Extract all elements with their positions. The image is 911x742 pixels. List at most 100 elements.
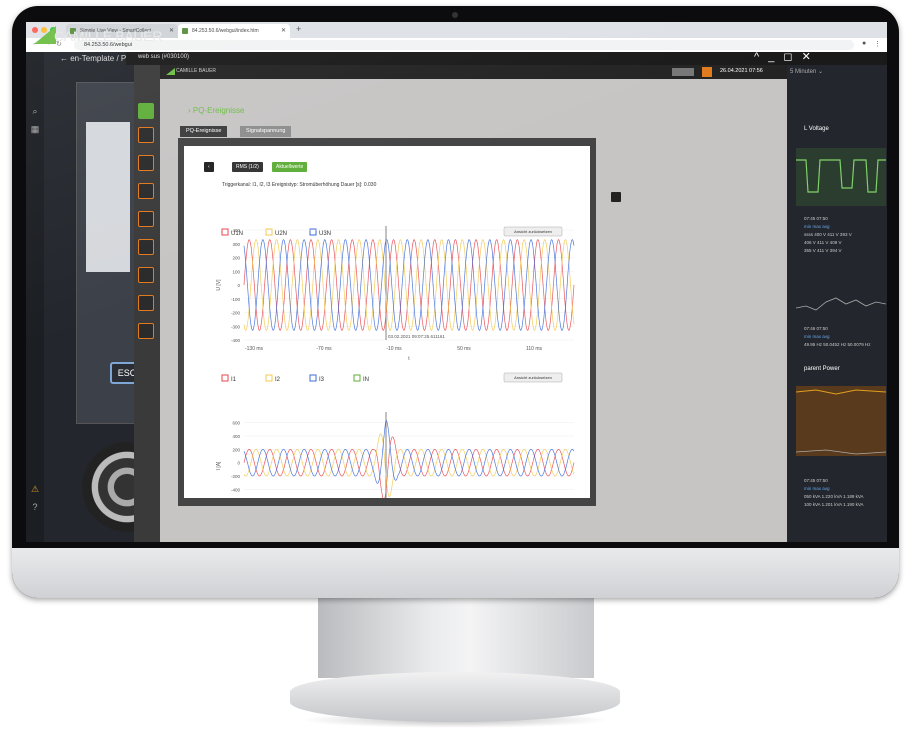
panel-time-axis: 07:45 07:50 <box>804 216 828 221</box>
device-icon[interactable] <box>138 127 154 143</box>
help-icon[interactable]: ? <box>30 502 40 512</box>
y-tick-label: 200 <box>232 447 240 452</box>
remote-sidebar <box>134 65 160 542</box>
logo-icon <box>34 26 56 44</box>
panel-row: ssss 400 V 411 V 393 V <box>804 232 852 237</box>
url-field[interactable]: 84.253.50.6/webgui <box>74 40 854 50</box>
settings-icon[interactable] <box>138 323 154 339</box>
remote-logo-icon <box>166 68 175 75</box>
y-tick-label: -400 <box>231 487 241 492</box>
monitor-base <box>290 672 620 722</box>
frequency-mini-chart <box>796 297 886 311</box>
app-sidebar: ⌕ ▦ ⚠ ? <box>26 52 44 542</box>
reset-view-label[interactable]: Ansicht zurücksetzen <box>514 375 552 380</box>
x-tick-label: -70 ms <box>316 346 332 352</box>
panel-row: 49.95 Hz 50.0452 Hz 50.0079 Hz <box>804 342 871 347</box>
legend-checkbox <box>221 228 229 236</box>
search-icon[interactable]: ⌕ <box>30 106 40 116</box>
legend-label: I2 <box>275 377 281 383</box>
alert-icon[interactable]: ⚠ <box>30 484 40 494</box>
y-tick-label: 400 <box>232 434 240 439</box>
menu-icon[interactable]: ⋮ <box>874 40 881 48</box>
series-line-i2 <box>243 433 575 498</box>
panel-time-axis: 07:45 07:50 <box>804 478 828 483</box>
device-display <box>86 122 130 272</box>
power-mini-chart <box>796 386 886 456</box>
x-tick-label: -10 ms <box>386 346 402 352</box>
panel-title: L Voltage <box>804 126 829 132</box>
y-tick-label: -400 <box>231 338 241 343</box>
close-tab-icon[interactable]: ✕ <box>169 24 174 38</box>
tab-label: 84.253.50.6/webgui/index.htm <box>192 28 259 34</box>
user-icon[interactable] <box>702 67 712 77</box>
x-tick-label: -130 ms <box>245 346 264 352</box>
panel-header-row: min max avg <box>804 224 830 229</box>
panel-row: 355 V 411 V 394 V <box>804 248 842 253</box>
legend-checkbox <box>221 374 229 382</box>
y-tick-label: -200 <box>231 311 241 316</box>
y-tick-label: 600 <box>232 421 240 426</box>
browser-tab-active[interactable]: 84.253.50.6/webgui/index.htm ✕ <box>178 24 290 38</box>
legend-label: IN <box>363 377 369 383</box>
legend-checkbox <box>309 374 317 382</box>
panel-time-axis: 07:46 07:50 <box>804 326 828 331</box>
waveform-charts: U1N U2N U3N Ansicht zurücksetzen40030020010… <box>216 226 575 498</box>
voltage-mini-chart <box>796 148 886 206</box>
profile-icon[interactable]: ● <box>862 40 866 47</box>
legend-label: I3 <box>319 377 325 383</box>
monitor-stand <box>318 598 594 678</box>
window-controls[interactable]: ^ _ ◻ ✕ <box>754 50 814 63</box>
remote-logo-text: CAMILLE BAUER <box>176 68 217 74</box>
y-tick-label: 300 <box>232 242 240 247</box>
connection-status-icon <box>672 68 694 76</box>
home-icon[interactable] <box>138 103 154 119</box>
panel-row: 050 kVA 1.220 kVA 1.189 kVA <box>804 494 864 499</box>
remote-datetime: 26.04.2021 07:56 <box>720 68 763 74</box>
legend-label: I1 <box>231 377 237 383</box>
legend-checkbox <box>265 374 273 382</box>
new-tab-button[interactable]: + <box>296 24 301 34</box>
favicon-icon <box>182 28 188 34</box>
panel-header-row: min max avg <box>804 486 830 491</box>
time-range-select[interactable]: 5 Minuten ⌄ <box>790 68 823 75</box>
bar-chart-icon[interactable] <box>138 155 154 171</box>
panel-row: 100 kVA 1.201 kVA 1.190 kVA <box>804 502 864 507</box>
page-title: › PQ-Ereignisse <box>188 106 245 115</box>
panel-title: parent Power <box>804 366 840 372</box>
app-logo-text: CAMILLE BAUER <box>54 28 163 44</box>
dashboard-icon[interactable]: ▦ <box>30 124 40 134</box>
x-axis-label: t <box>408 356 410 362</box>
tab-signal-voltage[interactable]: Signalspannung <box>240 126 292 137</box>
y-tick-label: 0 <box>237 461 240 466</box>
list-icon[interactable] <box>138 267 154 283</box>
y-tick-label: 400 <box>232 228 240 233</box>
legend-label: U3N <box>319 231 331 237</box>
io-icon[interactable] <box>138 183 154 199</box>
breadcrumb[interactable]: ← en-Template / P <box>60 54 126 63</box>
screen: Simple Live View - SmartCollect ✕ 84.253… <box>26 22 887 542</box>
y-tick-label: 200 <box>232 256 240 261</box>
panel-header-row: min max avg <box>804 334 830 339</box>
waveform-icon[interactable] <box>138 239 154 255</box>
legend-label: U2N <box>275 231 287 237</box>
x-tick-label: 50 ms <box>457 346 471 352</box>
harmonics-icon[interactable] <box>138 211 154 227</box>
tools-icon[interactable] <box>138 295 154 311</box>
y-tick-label: 100 <box>232 269 240 274</box>
y-tick-label: -100 <box>231 297 241 302</box>
y-tick-label: -300 <box>231 324 241 329</box>
monitor-chin <box>12 548 899 598</box>
y-tick-label: -200 <box>231 474 241 479</box>
remote-window-title: web sus (#030100) <box>138 54 190 60</box>
camera-icon <box>452 12 458 18</box>
y-axis-label: U [V] <box>216 279 222 291</box>
tab-pq-events[interactable]: PQ-Ereignisse <box>180 126 228 137</box>
legend-checkbox <box>353 374 361 382</box>
save-icon[interactable] <box>611 192 621 202</box>
y-tick-label: 0 <box>237 283 240 288</box>
y-axis-label: I [A] <box>216 461 222 471</box>
close-tab-icon[interactable]: ✕ <box>281 24 286 38</box>
event-timestamp: 03.02.2021 09:07:25.611161 <box>388 334 445 339</box>
panel-row: 406 V 411 V 409 V <box>804 240 842 245</box>
x-tick-label: 110 ms <box>526 346 543 352</box>
